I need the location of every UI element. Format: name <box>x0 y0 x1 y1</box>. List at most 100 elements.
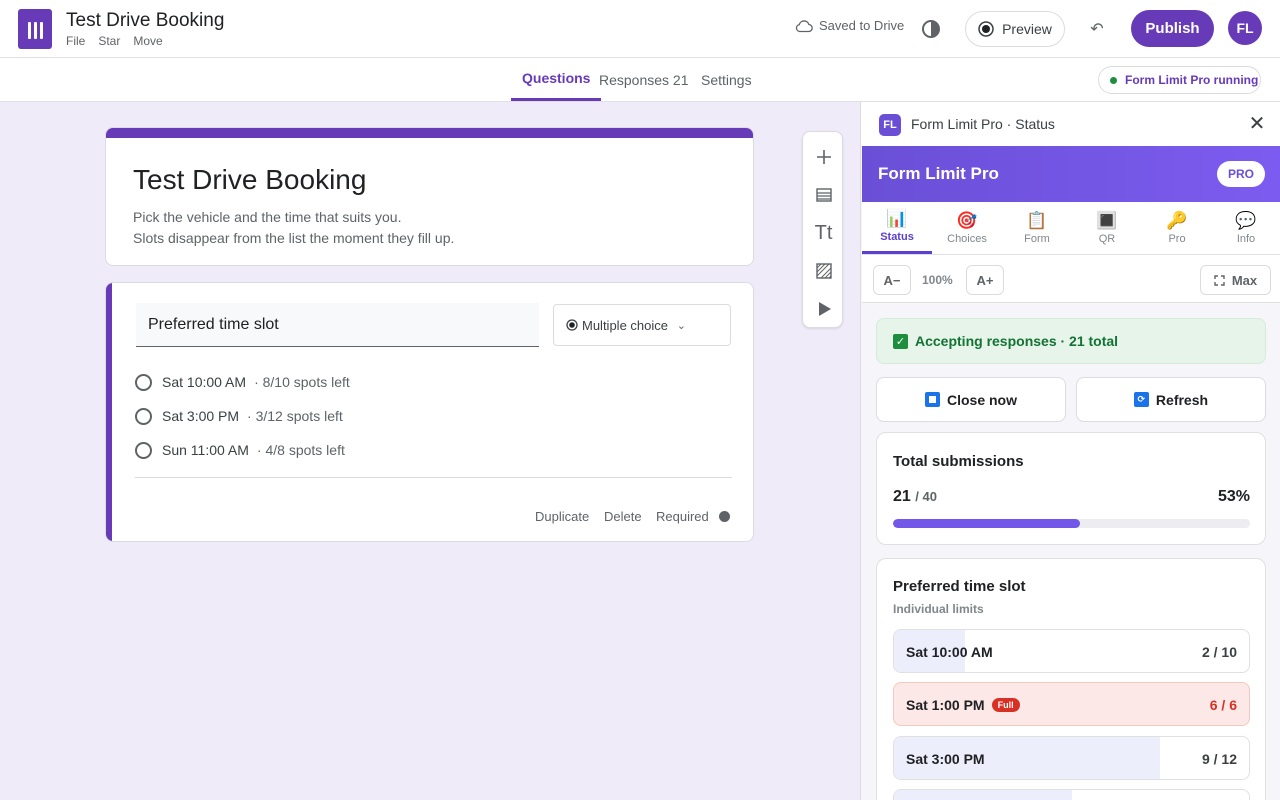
required-toggle[interactable] <box>719 511 730 522</box>
radio-icon[interactable] <box>135 373 152 391</box>
panel-tab-label: Choices <box>947 232 987 245</box>
radio-selected-icon <box>566 319 578 331</box>
document-title[interactable]: Test Drive Booking <box>66 10 224 32</box>
panel-tab-pro[interactable]: 🔑 Pro <box>1142 202 1212 254</box>
delete-button[interactable]: Delete <box>604 509 642 524</box>
radio-icon[interactable] <box>135 407 152 425</box>
stop-icon <box>924 392 940 407</box>
panel-tab-choices[interactable]: 🎯 Choices <box>932 202 1002 254</box>
submission-percent: 53% <box>1217 488 1250 505</box>
zoom-controls: A− 100% A+ Max <box>862 255 1280 303</box>
qr-icon: 🔳 <box>1096 210 1118 230</box>
running-dot-icon <box>1110 76 1117 84</box>
extension-status-text: Form Limit Pro running <box>1125 73 1259 87</box>
panel-tab-info[interactable]: 💬 Info <box>1211 202 1280 254</box>
total-submissions-card: Total submissions 21 / 40 53% <box>876 432 1266 545</box>
form-title-card[interactable]: Test Drive Booking Pick the vehicle and … <box>105 127 754 266</box>
speech-bubble-icon: 💬 <box>1235 210 1257 230</box>
target-icon: 🎯 <box>956 210 978 230</box>
close-now-label: Close now <box>946 391 1017 408</box>
question-title-input[interactable]: Preferred time slot <box>136 303 539 347</box>
document-menu: File Star Move <box>66 34 163 48</box>
panel-tab-label: QR <box>1098 232 1116 245</box>
form-description-line: Slots disappear from the list the moment… <box>133 230 455 246</box>
menu-star[interactable]: Star <box>98 34 120 48</box>
add-title-icon[interactable]: Tt <box>803 218 844 248</box>
panel-tab-qr[interactable]: 🔳 QR <box>1072 202 1142 254</box>
panel-header-title: Form Limit Pro · Status <box>911 116 1055 132</box>
add-question-icon[interactable] <box>803 142 844 172</box>
slot-limit-row[interactable]: Sat 3:00 PM 9 / 12 <box>893 736 1250 780</box>
panel-tab-status[interactable]: 📊 Status <box>862 202 932 254</box>
forms-logo-icon[interactable] <box>18 9 52 49</box>
slot-limit-row-partial[interactable] <box>893 789 1250 800</box>
increase-text-button[interactable]: A+ <box>966 265 1004 295</box>
choice-spots-left: · 8/10 spots left <box>254 374 350 390</box>
form-limit-panel: FL Form Limit Pro · Status ✕ Form Limit … <box>860 102 1280 800</box>
add-video-icon[interactable] <box>803 294 844 324</box>
panel-tab-label: Status <box>880 231 914 243</box>
question-type-label: Multiple choice <box>582 317 668 333</box>
full-badge: Full <box>991 698 1020 712</box>
choice-spots-left: · 3/12 spots left <box>247 408 343 424</box>
chart-icon: 📊 <box>886 209 908 228</box>
close-icon[interactable]: ✕ <box>1247 114 1267 134</box>
question-type-select[interactable]: Multiple choice ⌄ <box>553 304 731 346</box>
panel-tab-label: Pro <box>1168 232 1186 245</box>
slot-label: Sat 1:00 PM Full <box>906 697 1020 713</box>
tab-settings[interactable]: Settings <box>701 58 752 101</box>
pro-badge[interactable]: PRO <box>1217 161 1265 187</box>
menu-move[interactable]: Move <box>133 34 162 48</box>
preview-button[interactable]: Preview <box>965 11 1065 47</box>
slot-count: 6 / 6 <box>1209 697 1237 713</box>
choice-option[interactable]: Sun 11:00 AM · 4/8 spots left <box>135 440 345 460</box>
submission-progress-fill <box>893 519 1081 528</box>
duplicate-button[interactable]: Duplicate <box>535 509 589 524</box>
question-card[interactable]: Preferred time slot Multiple choice ⌄ Sa… <box>105 282 754 542</box>
refresh-button[interactable]: ⟳ Refresh <box>1076 377 1266 422</box>
menu-file[interactable]: File <box>66 34 85 48</box>
key-icon: 🔑 <box>1166 210 1188 230</box>
submission-count: 21 / 40 <box>893 488 937 506</box>
zoom-level: 100% <box>922 273 953 287</box>
undo-icon[interactable]: ↶ <box>1086 18 1108 40</box>
slot-label-text: Sat 1:00 PM <box>906 697 985 713</box>
slot-limit-row[interactable]: Sat 10:00 AM 2 / 10 <box>893 629 1250 673</box>
expand-icon <box>1214 274 1225 286</box>
slot-count: 9 / 12 <box>1201 751 1237 767</box>
form-title[interactable]: Test Drive Booking <box>133 164 366 196</box>
maximize-button[interactable]: Max <box>1200 265 1271 295</box>
question-divider <box>135 477 732 478</box>
slot-label: Sat 3:00 PM <box>906 751 985 767</box>
slot-limit-row-full[interactable]: Sat 1:00 PM Full 6 / 6 <box>893 682 1250 726</box>
required-label: Required <box>656 509 709 524</box>
refresh-icon: ⟳ <box>1133 392 1149 407</box>
accepting-responses-text: Accepting responses · 21 total <box>915 333 1119 349</box>
tab-questions[interactable]: Questions <box>511 58 602 101</box>
choice-option[interactable]: Sat 3:00 PM · 3/12 spots left <box>135 406 343 426</box>
time-slot-limits-card: Preferred time slot Individual limits Sa… <box>876 558 1266 800</box>
slot-card-subtitle: Individual limits <box>893 602 984 616</box>
decrease-text-button[interactable]: A− <box>873 265 911 295</box>
radio-icon[interactable] <box>135 441 152 459</box>
avatar[interactable]: FL <box>1228 11 1262 45</box>
clipboard-icon: 📋 <box>1026 210 1048 230</box>
submission-count-value: 21 <box>893 488 911 505</box>
choice-option[interactable]: Sat 10:00 AM · 8/10 spots left <box>135 372 350 392</box>
form-description-line: Pick the vehicle and the time that suits… <box>133 209 402 225</box>
total-submissions-title: Total submissions <box>893 453 1024 470</box>
preview-label: Preview <box>1002 21 1052 37</box>
extension-status-pill[interactable]: Form Limit Pro running <box>1098 66 1261 94</box>
slot-label-text: Sat 3:00 PM <box>906 751 985 767</box>
add-image-icon[interactable] <box>803 256 844 286</box>
form-description[interactable]: Pick the vehicle and the time that suits… <box>133 207 454 249</box>
choice-spots-left: · 4/8 spots left <box>256 442 345 458</box>
import-questions-icon[interactable] <box>803 180 844 210</box>
tab-responses[interactable]: Responses 21 <box>599 58 689 101</box>
title-card-accent <box>106 128 753 138</box>
close-now-button[interactable]: Close now <box>876 377 1066 422</box>
theme-toggle-icon[interactable] <box>921 19 941 39</box>
panel-tab-form[interactable]: 📋 Form <box>1002 202 1072 254</box>
brand-bar: Form Limit Pro PRO <box>862 146 1280 202</box>
publish-button[interactable]: Publish <box>1131 10 1214 47</box>
